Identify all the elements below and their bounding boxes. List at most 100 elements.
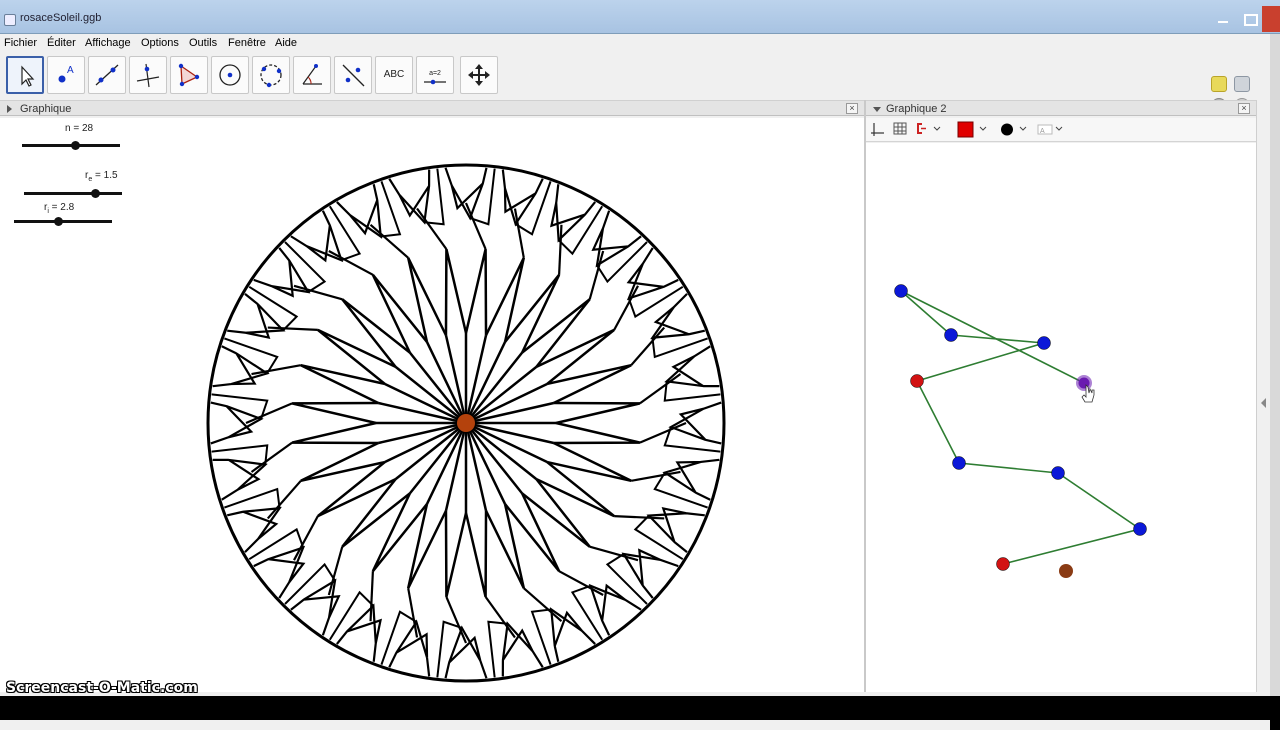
red-point[interactable] — [996, 557, 1010, 571]
rosace-star — [212, 458, 268, 501]
rosace-star — [664, 345, 720, 388]
perpendicular-tool-button[interactable] — [129, 56, 167, 94]
rosace-connector — [469, 168, 496, 226]
menu-outils[interactable]: Outils — [189, 37, 217, 49]
menu-affichage[interactable]: Affichage — [85, 37, 131, 49]
reflect-icon — [342, 64, 365, 87]
rosace-connector — [328, 205, 362, 262]
arrow-cursor-icon — [21, 65, 35, 87]
expand-panel-icon[interactable] — [1261, 398, 1266, 408]
rosace-petal — [444, 248, 468, 336]
rosace-star — [444, 167, 488, 221]
undo-icon[interactable] — [1211, 76, 1227, 92]
rosace-ray — [630, 326, 666, 366]
rosace-petal — [464, 248, 488, 336]
graphics1-header: Graphique × — [0, 100, 864, 116]
blue-point[interactable] — [952, 456, 966, 470]
blue-point[interactable] — [894, 284, 908, 298]
rosace-star — [212, 345, 270, 388]
rosace-petal — [504, 492, 561, 572]
rosace-petal — [504, 274, 561, 354]
app-client-area: Fichier Éditer Affichage Options Outils … — [0, 34, 1270, 730]
menu-aide[interactable]: Aide — [275, 37, 297, 49]
reflect-tool-button[interactable] — [334, 56, 372, 94]
menu-options[interactable]: Options — [141, 37, 179, 49]
rosace-star — [335, 603, 383, 662]
minimize-button[interactable] — [1212, 12, 1234, 26]
segment-to-highlight[interactable] — [900, 290, 1085, 384]
rosace-connector — [653, 472, 708, 509]
line-icon — [95, 64, 119, 86]
style-bar: A — [866, 118, 1256, 142]
blue-point[interactable] — [1133, 522, 1147, 536]
move-tool-button[interactable] — [6, 56, 44, 94]
maximize-button[interactable] — [1238, 12, 1260, 26]
close-window-button[interactable] — [1262, 6, 1280, 32]
fill-color-icon — [957, 121, 987, 138]
rosace-ray — [293, 515, 319, 561]
circle-points-icon — [260, 64, 282, 88]
circle-center-icon — [219, 64, 241, 86]
menu-editer[interactable]: Éditer — [47, 37, 76, 49]
brown-point[interactable] — [1059, 564, 1073, 578]
rosace-petal — [406, 503, 448, 589]
circle-3points-tool-button[interactable] — [252, 56, 290, 94]
red-point[interactable] — [910, 374, 924, 388]
line-tool-button[interactable] — [88, 56, 126, 94]
text-tool-button[interactable]: ABC — [375, 56, 413, 94]
blue-point[interactable] — [944, 328, 958, 342]
graphics2-header: Graphique 2 × — [866, 100, 1256, 116]
rosace-ray — [251, 364, 302, 376]
rosace-star — [646, 506, 705, 554]
rosace-ray — [267, 326, 318, 331]
rosace-star — [388, 169, 431, 225]
rosace-petal — [300, 363, 386, 405]
rosace-petal — [535, 328, 615, 385]
collapse-arrow-icon[interactable] — [7, 105, 12, 113]
graphics1-canvas[interactable]: n = 28 re = 1.5 ri = 2.8 — [0, 118, 864, 692]
label-style-icon: A — [1037, 124, 1063, 135]
move-view-icon — [468, 64, 490, 86]
blue-point[interactable] — [1037, 336, 1051, 350]
circle-tool-button[interactable] — [211, 56, 249, 94]
rosace-ray — [558, 224, 563, 275]
rosace-ray — [513, 208, 525, 259]
slider-tool-button[interactable]: a=2 — [416, 56, 454, 94]
menu-fichier[interactable]: Fichier — [4, 37, 37, 49]
close-view-button[interactable]: × — [846, 103, 858, 114]
rosace-petal — [444, 510, 468, 598]
rosace-star — [388, 619, 431, 677]
rosace-ray — [639, 421, 687, 444]
move-view-tool-button[interactable] — [460, 56, 498, 94]
rosace-center-point — [457, 414, 475, 432]
polyline-path[interactable] — [900, 290, 1142, 565]
close-view2-button[interactable]: × — [1238, 103, 1250, 114]
point-style-icon — [1001, 123, 1027, 136]
rosace-petal — [546, 363, 632, 405]
angle-tool-button[interactable] — [293, 56, 331, 94]
window-title: rosaceSoleil.ggb — [20, 12, 102, 24]
angle-icon — [302, 64, 322, 85]
rosace-ray — [613, 285, 639, 331]
rosace-ray — [293, 284, 343, 301]
expand-arrow-icon[interactable] — [873, 107, 881, 112]
graphics2-title: Graphique 2 — [886, 103, 947, 115]
rosace-ray — [407, 587, 419, 638]
rosace-star — [210, 401, 264, 445]
rosace-petal — [371, 492, 428, 572]
app-icon — [4, 14, 16, 26]
right-panel-splitter[interactable] — [1256, 100, 1270, 694]
polygon-icon — [178, 63, 200, 87]
menu-fenetre[interactable]: Fenêtre — [228, 37, 266, 49]
rosace-ray — [369, 571, 374, 622]
point-tool-button[interactable]: A — [47, 56, 85, 94]
rosace-connector — [380, 610, 417, 665]
redo-icon[interactable] — [1234, 76, 1250, 92]
rosace-star — [444, 625, 488, 679]
graphics2-canvas[interactable] — [866, 143, 1256, 692]
rosace-petal — [464, 510, 488, 598]
rosace-petal — [291, 421, 379, 445]
rosace-petal — [553, 421, 641, 445]
blue-point[interactable] — [1051, 466, 1065, 480]
polygon-tool-button[interactable] — [170, 56, 208, 94]
